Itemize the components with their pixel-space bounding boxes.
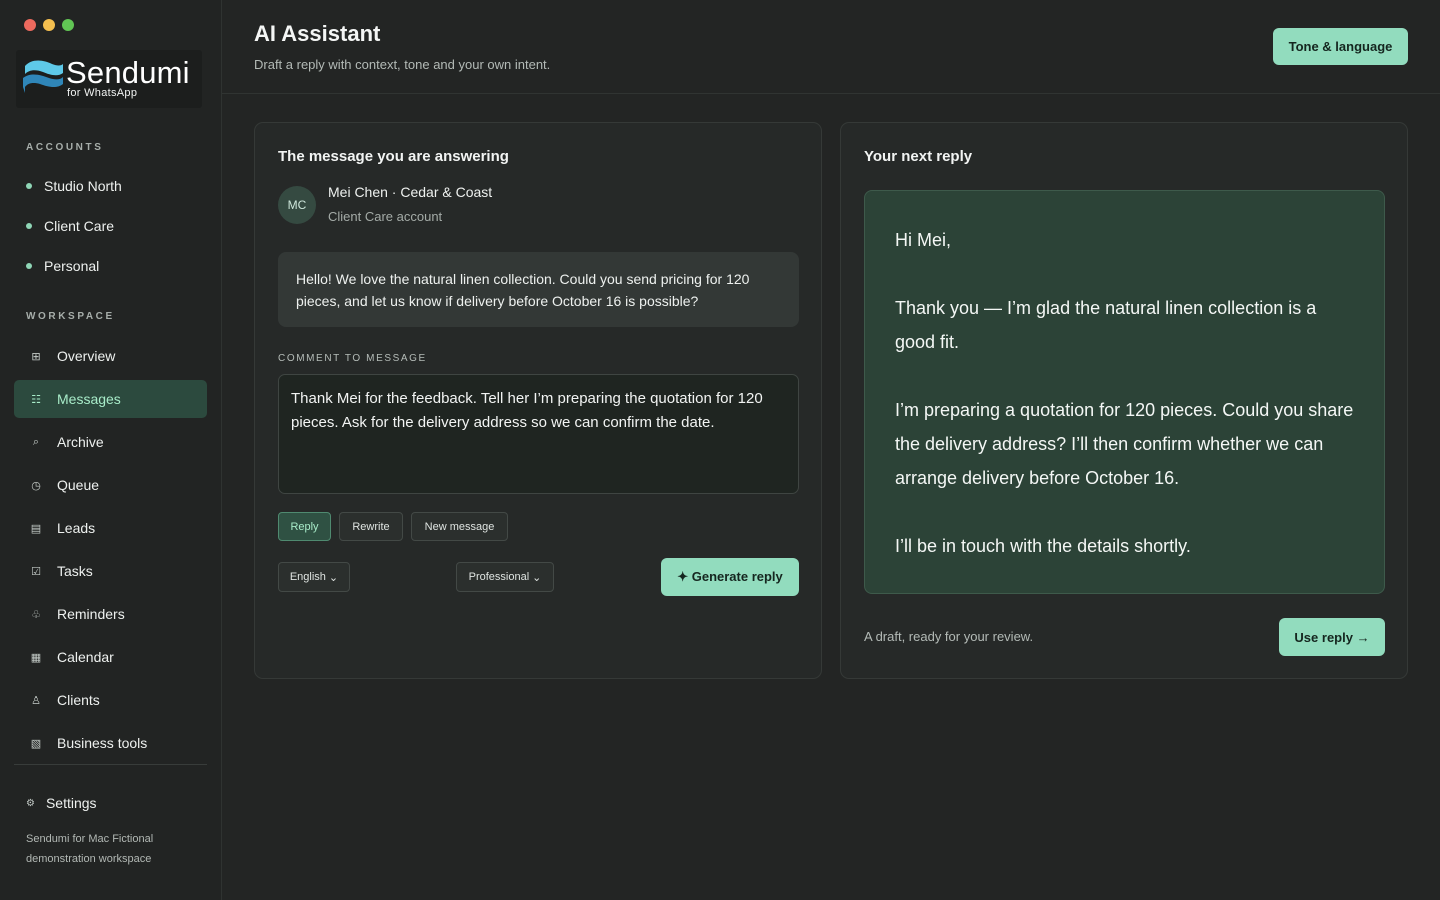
account-studio-north[interactable]: Studio North: [26, 178, 122, 194]
sidebar-item-label: Tasks: [57, 563, 93, 579]
window-controls: [24, 19, 74, 31]
brand-name: Sendumi: [66, 55, 190, 90]
sidebar-item-reminders[interactable]: ♧ Reminders: [14, 595, 207, 633]
checkbox-icon: ☑: [31, 565, 41, 578]
grid-icon: ⊞: [31, 350, 41, 363]
sidebar-item-label: Clients: [57, 692, 100, 708]
close-window-button[interactable]: [24, 19, 36, 31]
mode-new-message-button[interactable]: New message: [411, 512, 508, 541]
generate-reply-button[interactable]: ✦ Generate reply: [661, 558, 799, 596]
sender-name: Mei Chen · Cedar & Coast: [328, 184, 493, 200]
sidebar-item-calendar[interactable]: ▦ Calendar: [14, 638, 207, 676]
workspace-section-label: WORKSPACE: [26, 311, 115, 322]
sidebar-item-label: Queue: [57, 477, 100, 493]
account-client-care[interactable]: Client Care: [26, 218, 114, 234]
reply-paragraph: I’ll be in touch with the details shortl…: [895, 536, 1191, 556]
sidebar-item-tasks[interactable]: ☑ Tasks: [14, 552, 207, 590]
language-select[interactable]: English ⌄: [278, 562, 350, 592]
sidebar-item-label: Messages: [57, 391, 121, 407]
sidebar-item-settings[interactable]: ⚙ Settings: [26, 795, 97, 811]
sidebar-item-label: Leads: [57, 520, 96, 536]
tone-value: Professional: [468, 571, 530, 583]
language-value: English: [289, 571, 326, 583]
sidebar-item-messages[interactable]: ☷ Messages: [14, 380, 207, 418]
sidebar-item-label: Overview: [57, 348, 116, 364]
account-personal[interactable]: Personal: [26, 258, 99, 274]
avatar: MC: [278, 186, 316, 224]
incoming-message-card: The message you are answering MC Mei Che…: [254, 122, 822, 679]
sidebar-item-business-tools[interactable]: ▧ Business tools: [14, 724, 207, 762]
accounts-section-label: ACCOUNTS: [26, 142, 104, 153]
card-title: Your next reply: [864, 148, 973, 165]
minimize-window-button[interactable]: [43, 19, 55, 31]
reply-paragraph: I’m preparing a quotation for 120 pieces…: [895, 400, 1354, 488]
reply-greeting: Hi Mei,: [895, 230, 952, 250]
search-icon: ⌕: [32, 435, 40, 448]
zoom-window-button[interactable]: [62, 19, 74, 31]
list-icon: ☷: [31, 393, 41, 406]
comment-label: COMMENT TO MESSAGE: [278, 353, 427, 364]
tone-select[interactable]: Professional ⌄: [456, 562, 554, 592]
page-title: AI Assistant: [254, 21, 381, 46]
reply-paragraph: Thank you — I’m glad the natural linen c…: [895, 298, 1317, 352]
page-subtitle: Draft a reply with context, tone and you…: [254, 57, 551, 72]
chevron-down-icon: ⌄: [328, 571, 339, 584]
settings-label: Settings: [45, 795, 97, 811]
sidebar-item-overview[interactable]: ⊞ Overview: [14, 337, 207, 375]
sidebar-item-archive[interactable]: ⌕ Archive: [14, 423, 207, 461]
calendar-icon: ▦: [30, 651, 42, 664]
page-header: AI Assistant Draft a reply with context,…: [222, 0, 1440, 94]
tone-language-button[interactable]: Tone & language: [1273, 28, 1408, 65]
sidebar-footer-note: Sendumi for Mac Fictional demonstration …: [26, 833, 154, 865]
account-label: Client Care: [44, 218, 115, 234]
reply-draft-card: Your next reply Hi Mei, Thank you — I’m …: [840, 122, 1408, 679]
sidebar-item-label: Calendar: [57, 649, 114, 665]
status-dot-icon: [26, 223, 32, 229]
status-dot-icon: [26, 183, 32, 189]
table-icon: ▤: [30, 522, 42, 535]
chevron-down-icon: ⌄: [532, 571, 542, 584]
card-title: The message you are answering: [278, 148, 509, 165]
mode-reply-button[interactable]: Reply: [278, 512, 331, 541]
person-icon: ♙: [31, 694, 41, 707]
mode-rewrite-button[interactable]: Rewrite: [339, 512, 403, 541]
clock-icon: ◷: [31, 479, 41, 492]
incoming-message-text: Hello! We love the natural linen collect…: [278, 252, 799, 327]
brand-tagline: for WhatsApp: [67, 87, 138, 99]
gear-icon: ⚙: [26, 797, 35, 809]
draft-status-note: A draft, ready for your review.: [864, 629, 1034, 644]
brand-logo: Sendumi for WhatsApp: [16, 50, 202, 108]
tools-icon: ▧: [30, 737, 42, 750]
status-dot-icon: [26, 263, 32, 269]
use-reply-button[interactable]: Use reply →: [1279, 618, 1385, 656]
sidebar-item-label: Reminders: [57, 606, 125, 622]
sidebar-item-leads[interactable]: ▤ Leads: [14, 509, 207, 547]
sidebar-divider: [14, 764, 207, 765]
sidebar-item-label: Archive: [57, 434, 104, 450]
sidebar-item-clients[interactable]: ♙ Clients: [14, 681, 207, 719]
sender-account: Client Care account: [328, 209, 443, 224]
reply-draft-text[interactable]: Hi Mei, Thank you — I’m glad the natural…: [864, 190, 1385, 594]
bell-icon: ♧: [31, 608, 41, 621]
sidebar-item-label: Business tools: [57, 735, 148, 751]
sidebar-item-queue[interactable]: ◷ Queue: [14, 466, 207, 504]
sidebar: Sendumi for WhatsApp ACCOUNTS Studio Nor…: [0, 0, 222, 900]
account-label: Personal: [44, 258, 100, 274]
comment-input[interactable]: Thank Mei for the feedback. Tell her I’m…: [278, 374, 799, 494]
account-label: Studio North: [44, 178, 122, 194]
speech-waves-logo-icon: [23, 60, 63, 93]
